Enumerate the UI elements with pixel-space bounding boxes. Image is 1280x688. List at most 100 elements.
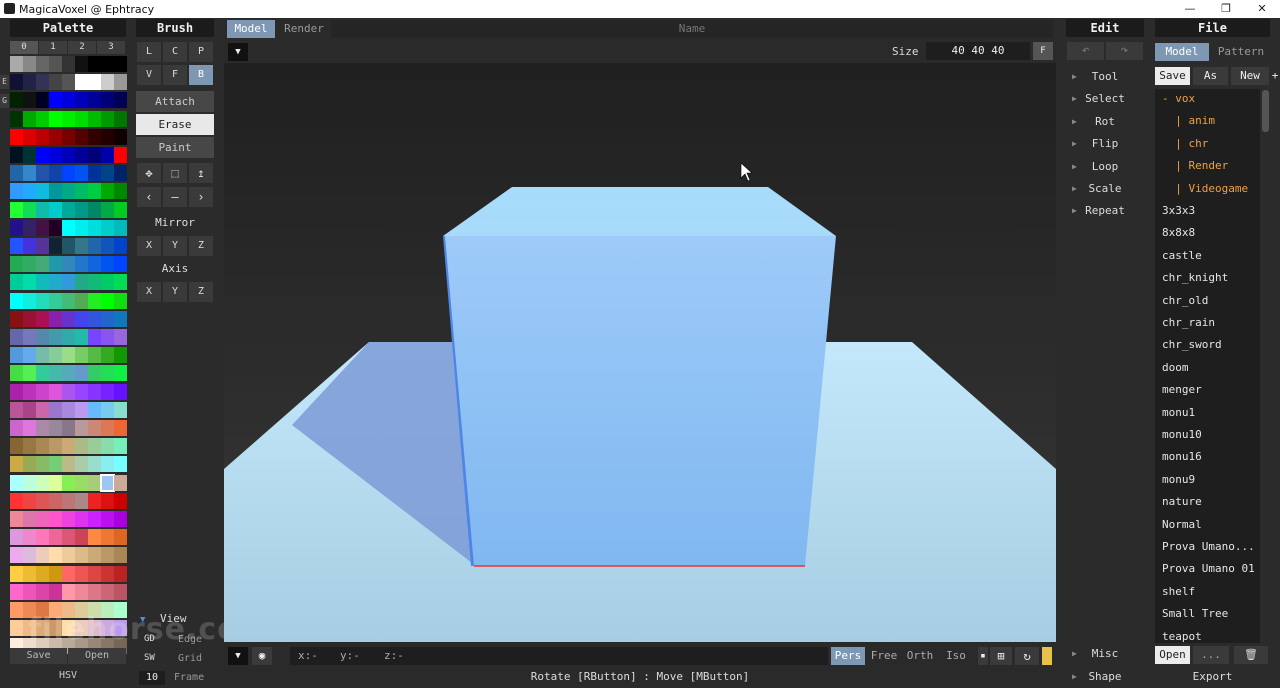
- viewport-menu-dropdown[interactable]: ▼: [228, 43, 248, 61]
- axis-x-button[interactable]: X: [137, 282, 161, 302]
- palette-swatch[interactable]: [114, 329, 127, 345]
- palette-swatch[interactable]: [101, 110, 114, 127]
- palette-swatch[interactable]: [10, 74, 23, 91]
- palette-swatch[interactable]: [114, 74, 127, 91]
- palette-swatch[interactable]: [49, 165, 62, 182]
- palette-swatch[interactable]: [10, 110, 23, 127]
- palette-swatch[interactable]: [101, 165, 114, 182]
- palette-swatch[interactable]: [75, 292, 88, 309]
- palette-swatch[interactable]: [36, 110, 49, 127]
- palette-swatch[interactable]: [114, 474, 127, 491]
- palette-swatch[interactable]: [75, 56, 88, 72]
- palette-swatch[interactable]: [10, 238, 23, 254]
- palette-swatch[interactable]: [88, 565, 101, 582]
- palette-swatch[interactable]: [23, 128, 36, 145]
- chevron-left-icon[interactable]: ‹: [137, 187, 161, 207]
- palette-swatch[interactable]: [101, 183, 114, 200]
- palette-swatch[interactable]: [10, 474, 23, 491]
- chevron-right-icon[interactable]: ›: [189, 187, 213, 207]
- palette-swatch[interactable]: [36, 401, 49, 418]
- file-list[interactable]: - vox | anim | chr | Render | Videogame 3…: [1155, 89, 1260, 643]
- palette-swatch[interactable]: [114, 201, 127, 218]
- palette-swatch[interactable]: [10, 274, 23, 291]
- palette-swatch[interactable]: [23, 92, 36, 109]
- palette-swatch[interactable]: [10, 583, 23, 600]
- palette-swatch[interactable]: [101, 565, 114, 582]
- palette-swatch[interactable]: [62, 183, 75, 200]
- palette-swatch[interactable]: [88, 256, 101, 273]
- palette-swatch[interactable]: [10, 165, 23, 182]
- palette-swatch[interactable]: [114, 92, 127, 109]
- palette-swatch[interactable]: [75, 274, 88, 291]
- palette-swatch[interactable]: [101, 420, 114, 436]
- palette-swatch[interactable]: [62, 238, 75, 254]
- palette-swatch[interactable]: [36, 219, 49, 236]
- proj-iso-button[interactable]: Iso: [940, 647, 972, 665]
- palette-swatch[interactable]: [62, 347, 75, 364]
- bottom-menu-dropdown[interactable]: ▼: [228, 647, 248, 665]
- export-button[interactable]: Export: [1155, 668, 1270, 686]
- file-list-item[interactable]: - vox: [1162, 89, 1260, 109]
- palette-swatch[interactable]: [62, 529, 75, 546]
- palette-swatch[interactable]: [88, 147, 101, 163]
- palette-swatch[interactable]: [75, 219, 88, 236]
- palette-swatch[interactable]: [88, 165, 101, 182]
- palette-swatch[interactable]: [49, 56, 62, 72]
- file-tab-pattern[interactable]: Pattern: [1212, 43, 1270, 61]
- file-list-item[interactable]: teapot: [1162, 627, 1260, 643]
- palette-swatch[interactable]: [49, 529, 62, 546]
- palette-swatch[interactable]: [88, 201, 101, 218]
- palette-swatch[interactable]: [62, 365, 75, 382]
- palette-swatch[interactable]: [10, 256, 23, 273]
- palette-swatch[interactable]: [88, 92, 101, 109]
- edit-item-scale[interactable]: ▶ Scale: [1066, 179, 1144, 199]
- file-list-item[interactable]: doom: [1162, 358, 1260, 378]
- palette-swatch[interactable]: [36, 438, 49, 455]
- palette-swatch[interactable]: [10, 56, 23, 72]
- palette-swatch[interactable]: [23, 583, 36, 600]
- edit-item-flip[interactable]: ▶ Flip: [1066, 134, 1144, 154]
- file-list-item[interactable]: 3x3x3: [1162, 201, 1260, 221]
- palette-swatch[interactable]: [23, 165, 36, 182]
- file-add-button[interactable]: +: [1270, 67, 1280, 85]
- palette-swatch[interactable]: [36, 456, 49, 473]
- maximize-icon[interactable]: ❐: [1206, 0, 1246, 18]
- palette-swatch[interactable]: [62, 492, 75, 509]
- view-grid-toggle[interactable]: Grid: [178, 653, 202, 664]
- palette-swatch[interactable]: [23, 219, 36, 236]
- mirror-y-button[interactable]: Y: [163, 236, 187, 256]
- palette-swatch[interactable]: [101, 438, 114, 455]
- palette-swatch[interactable]: [88, 547, 101, 564]
- palette-swatch[interactable]: [88, 383, 101, 400]
- brush-f-button[interactable]: F: [163, 65, 187, 85]
- file-list-item[interactable]: monu16: [1162, 447, 1260, 467]
- palette-swatch[interactable]: [10, 292, 23, 309]
- palette-tab-1[interactable]: 1: [39, 41, 67, 54]
- model-name-field[interactable]: Name: [331, 20, 1053, 38]
- file-open-button[interactable]: Open: [1155, 646, 1190, 664]
- palette-swatch[interactable]: [62, 310, 75, 327]
- palette-save-button[interactable]: Save: [10, 648, 67, 664]
- file-list-item[interactable]: menger: [1162, 380, 1260, 400]
- erase-mode-button[interactable]: Erase: [136, 114, 214, 135]
- palette-swatch[interactable]: [75, 310, 88, 327]
- paint-mode-button[interactable]: Paint: [136, 137, 214, 158]
- palette-swatch[interactable]: [75, 511, 88, 527]
- undo-icon[interactable]: ↶: [1067, 42, 1104, 60]
- palette-swatch[interactable]: [101, 201, 114, 218]
- palette-swatch[interactable]: [62, 274, 75, 291]
- palette-swatch[interactable]: [75, 165, 88, 182]
- palette-swatch[interactable]: [88, 292, 101, 309]
- palette-swatch[interactable]: [23, 310, 36, 327]
- palette-swatch[interactable]: [62, 565, 75, 582]
- palette-swatch[interactable]: [114, 565, 127, 582]
- palette-swatch[interactable]: [36, 56, 49, 72]
- palette-swatch[interactable]: [49, 329, 62, 345]
- file-list-item[interactable]: chr_knight: [1162, 268, 1260, 288]
- palette-swatch[interactable]: [36, 492, 49, 509]
- file-save-as-button[interactable]: As: [1193, 67, 1228, 85]
- palette-swatch[interactable]: [75, 438, 88, 455]
- palette-swatch[interactable]: [49, 511, 62, 527]
- palette-swatch[interactable]: [88, 365, 101, 382]
- palette-swatch[interactable]: [36, 420, 49, 436]
